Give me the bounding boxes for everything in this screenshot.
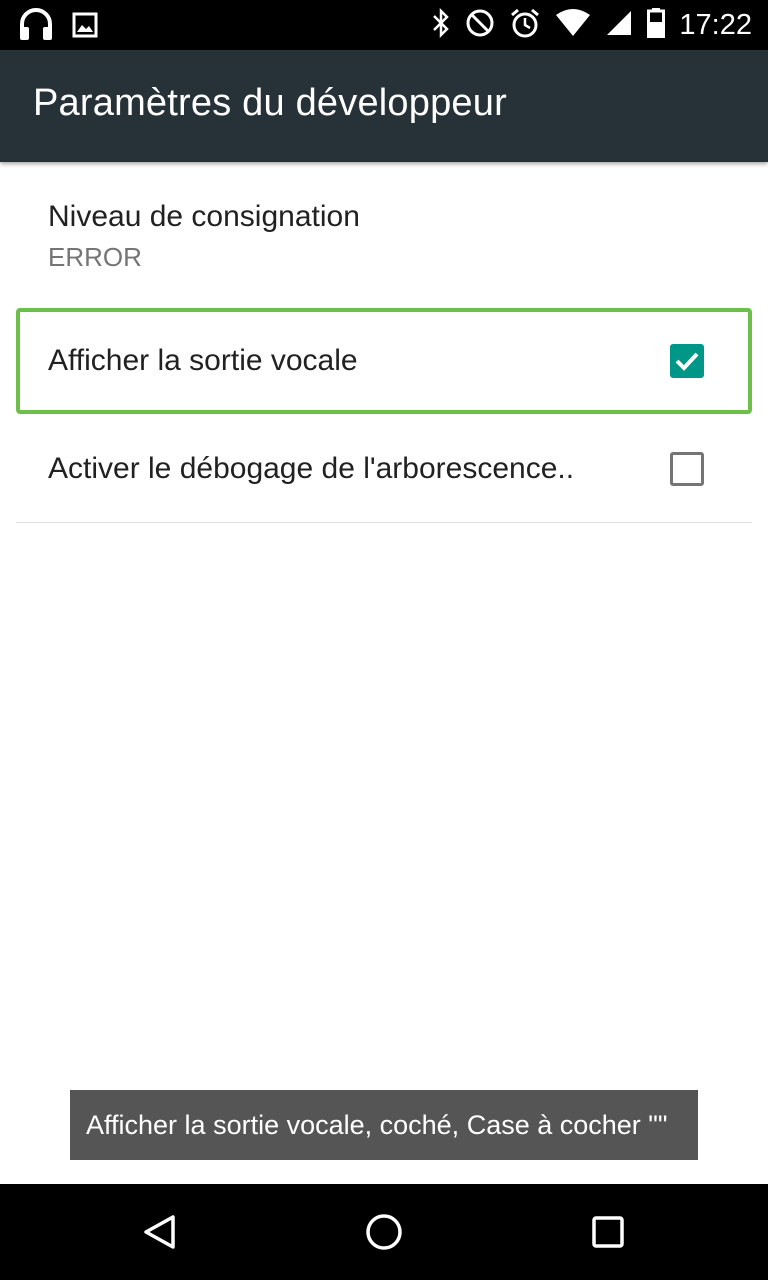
- headphones-icon: [18, 8, 54, 47]
- cell-signal-icon: [605, 9, 633, 42]
- status-bar: 17:22: [0, 0, 768, 50]
- bluetooth-icon: [431, 7, 451, 44]
- app-bar: Paramètres du développeur: [0, 50, 768, 162]
- wifi-icon: [555, 8, 591, 42]
- back-icon[interactable]: [140, 1212, 180, 1252]
- logging-level-preference[interactable]: Niveau de consignation ERROR: [16, 162, 752, 307]
- recents-icon[interactable]: [588, 1212, 628, 1252]
- preference-title: Activer le débogage de l'arborescence..: [48, 452, 575, 485]
- accessibility-focus-outline: [16, 308, 752, 414]
- home-icon[interactable]: [364, 1212, 404, 1252]
- page-title: Paramètres du développeur: [33, 82, 507, 124]
- do-not-disturb-icon: [465, 8, 495, 43]
- tree-debug-checkbox[interactable]: [670, 452, 704, 486]
- preference-title: Niveau de consignation: [48, 200, 360, 233]
- alarm-icon: [509, 7, 541, 44]
- status-time: 17:22: [679, 9, 752, 41]
- battery-icon: [647, 7, 666, 43]
- navigation-bar: [0, 1184, 768, 1280]
- image-icon: [72, 12, 98, 43]
- toast-message: Afficher la sortie vocale, coché, Case à…: [70, 1090, 698, 1160]
- preference-summary: ERROR: [48, 242, 142, 272]
- tree-debug-preference[interactable]: Activer le débogage de l'arborescence..: [16, 418, 752, 523]
